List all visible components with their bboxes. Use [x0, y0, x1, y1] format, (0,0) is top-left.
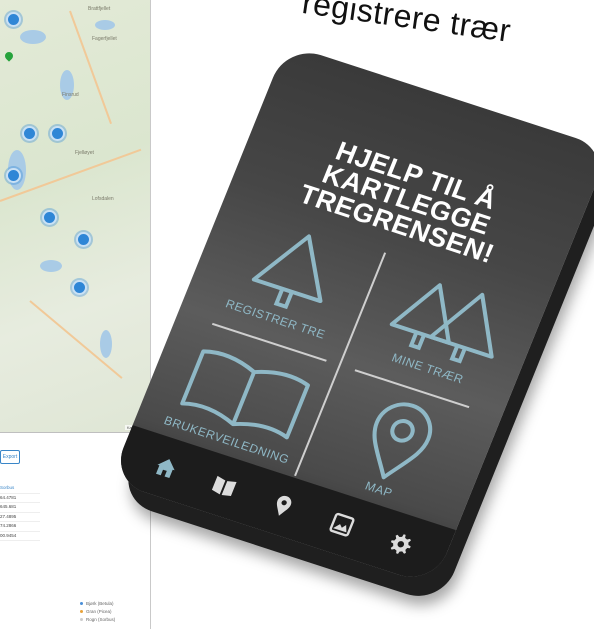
phone-mockup: HJELP TIL Å KARTLEGGE TREGRENSEN! REGIST… [110, 44, 594, 586]
book-icon [212, 475, 237, 497]
table-row: 645.681 [0, 503, 40, 513]
gear-icon [390, 534, 412, 554]
place-label: Fjelløyet [75, 150, 94, 156]
map-cluster-marker[interactable] [50, 126, 65, 141]
gallery-icon [329, 512, 355, 537]
map-pin-icon[interactable] [3, 50, 15, 62]
register-tree-button[interactable]: REGISTRER TRE [199, 206, 383, 355]
place-label: Lofsdalen [92, 196, 114, 202]
map-cluster-marker[interactable] [42, 210, 57, 225]
legend-label: Rogn (Sorbus) [86, 617, 116, 622]
table-row: 27.4895 [0, 513, 40, 522]
map-cluster-marker[interactable] [76, 232, 91, 247]
map-pin-icon [372, 402, 433, 480]
map-legend: Bjørk (Betula) Gran (Picea) Rogn (Sorbus… [80, 600, 115, 624]
table-row: 00.9454 [0, 532, 40, 541]
book-icon [180, 349, 310, 440]
map-cluster-marker[interactable] [6, 168, 21, 183]
nav-settings-button[interactable] [380, 525, 420, 562]
nav-guide-button[interactable] [205, 468, 245, 505]
map-view[interactable]: Brattfjellet Fagerfjellet Finsrud Fjellø… [0, 0, 150, 433]
map-cluster-marker[interactable] [22, 126, 37, 141]
data-table: Sorbus 64.4781 645.681 27.4895 74.2866 0… [0, 484, 40, 541]
place-label: Finsrud [62, 92, 79, 98]
home-icon [155, 459, 175, 478]
legend-dot-icon [80, 610, 83, 614]
legend-item: Rogn (Sorbus) [80, 616, 115, 624]
legend-dot-icon [80, 602, 83, 606]
background-web-page: Brattfjellet Fagerfjellet Finsrud Fjellø… [0, 0, 151, 629]
place-label: Brattfjellet [88, 6, 111, 12]
legend-label: Gran (Picea) [86, 609, 112, 614]
table-header: Sorbus [0, 484, 40, 494]
legend-dot-icon [80, 618, 83, 622]
nav-gallery-button[interactable] [322, 506, 362, 543]
headline-text: registrere trær [299, 0, 514, 49]
place-label: Fagerfjellet [92, 36, 117, 42]
legend-item: Bjørk (Betula) [80, 600, 115, 608]
legend-label: Bjørk (Betula) [86, 601, 114, 606]
nav-map-button[interactable] [263, 487, 303, 524]
table-row: 64.4781 [0, 494, 40, 503]
my-trees-button[interactable]: MINE TRÆR [351, 255, 535, 404]
table-row: 74.2866 [0, 522, 40, 532]
nav-home-button[interactable] [146, 449, 186, 486]
map-cluster-marker[interactable] [72, 280, 87, 295]
map-cluster-marker[interactable] [6, 12, 21, 27]
location-pin-icon [276, 495, 292, 516]
trees-icon [389, 283, 494, 364]
export-button[interactable]: Export [0, 450, 20, 464]
legend-item: Gran (Picea) [80, 608, 115, 616]
